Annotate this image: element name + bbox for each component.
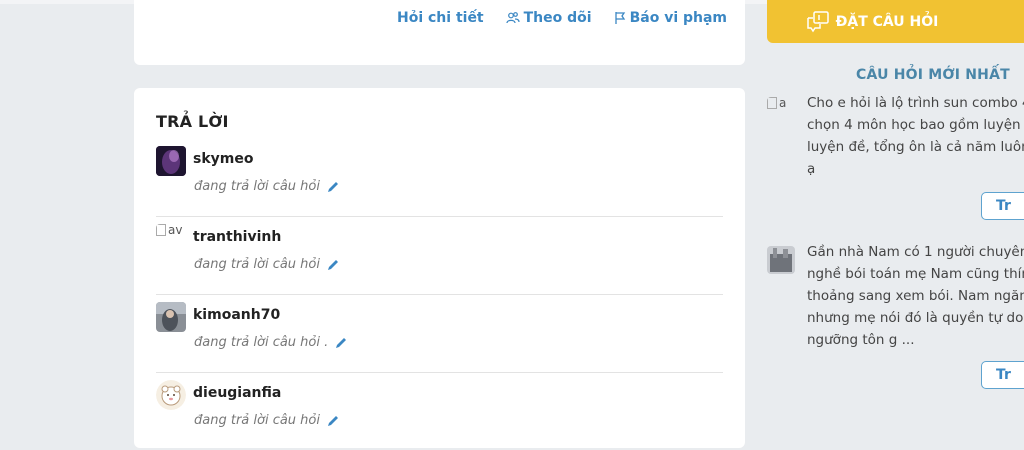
answer-item: skymeo đang trả lời câu hỏi: [156, 138, 723, 217]
avatar[interactable]: [156, 380, 186, 410]
status-text: đang trả lời câu hỏi .: [194, 335, 329, 350]
text-line: Cho e hỏi là lộ trình sun combo 4: [807, 95, 1024, 111]
status-text: đang trả lời câu hỏi: [194, 413, 320, 428]
text-line: luyện đề, tổng ôn là cả năm luôn: [807, 139, 1024, 155]
broken-image-icon: a: [767, 97, 795, 125]
pencil-icon: [326, 180, 340, 194]
answer-status: đang trả lời câu hỏi: [194, 179, 340, 194]
text-line: nhưng mẹ nói đó là quyền tự do t: [807, 310, 1024, 326]
ask-detail-label: Hỏi chi tiết: [397, 10, 484, 26]
text-line: Gần nhà Nam có 1 người chuyên: [807, 244, 1024, 260]
status-text: đang trả lời câu hỏi: [194, 179, 320, 194]
ask-question-button[interactable]: ĐẶT CÂU HỎI: [767, 0, 1024, 43]
follow-label: Theo dõi: [523, 10, 592, 26]
avatar[interactable]: [156, 146, 186, 176]
broken-image-icon: av: [156, 224, 186, 254]
username[interactable]: skymeo: [193, 151, 253, 167]
pencil-icon: [326, 414, 340, 428]
answer-item: av tranthivinh đang trả lời câu hỏi: [156, 216, 723, 295]
username[interactable]: tranthivinh: [193, 229, 281, 245]
report-label: Báo vi phạm: [629, 10, 728, 26]
answer-status: đang trả lời câu hỏi: [194, 257, 340, 272]
ask-question-label: ĐẶT CÂU HỎI: [835, 13, 939, 30]
recent-question-text: Gần nhà Nam có 1 người chuyên nghề bói t…: [807, 241, 1024, 351]
text-line: nghề bói toán mẹ Nam cũng thín: [807, 266, 1024, 282]
text-line: ngưỡng tôn g ...: [807, 332, 915, 348]
pencil-icon: [334, 336, 348, 350]
avatar: a: [767, 97, 795, 125]
pencil-icon: [326, 258, 340, 272]
avatar-alt: av: [168, 224, 183, 237]
answer-item: dieugianfia đang trả lời câu hỏi: [156, 372, 723, 450]
answer-button[interactable]: Tr: [981, 361, 1024, 389]
text-line: chọn 4 môn học bao gồm luyện t: [807, 117, 1024, 133]
users-icon: [506, 11, 520, 25]
avatar[interactable]: av: [156, 224, 186, 254]
text-line: ạ: [807, 161, 816, 177]
answer-button[interactable]: Tr: [981, 192, 1024, 220]
answers-card: TRẢ LỜI skymeo đang trả lời câu hỏi av t…: [134, 88, 745, 448]
username[interactable]: kimoanh70: [193, 307, 280, 323]
ask-detail-link[interactable]: Hỏi chi tiết: [397, 10, 484, 26]
report-link[interactable]: Báo vi phạm: [614, 10, 727, 26]
answer-status: đang trả lời câu hỏi .: [194, 335, 348, 350]
recent-questions-title: CÂU HỎI MỚI NHẤT: [856, 67, 1010, 83]
status-text: đang trả lời câu hỏi: [194, 257, 320, 272]
avatar: [767, 246, 795, 274]
question-actions: Hỏi chi tiết Theo dõi Báo vi phạm: [397, 9, 727, 27]
avatar-alt: a: [779, 97, 787, 110]
answer-item: kimoanh70 đang trả lời câu hỏi .: [156, 294, 723, 373]
answer-status: đang trả lời câu hỏi: [194, 413, 340, 428]
answers-title: TRẢ LỜI: [156, 112, 229, 131]
flag-icon: [614, 11, 626, 25]
follow-link[interactable]: Theo dõi: [506, 10, 592, 26]
avatar[interactable]: [156, 302, 186, 332]
recent-question-text: Cho e hỏi là lộ trình sun combo 4 chọn 4…: [807, 92, 1024, 180]
text-line: thoảng sang xem bói. Nam ngăn: [807, 288, 1024, 304]
username[interactable]: dieugianfia: [193, 385, 281, 401]
question-bubble-icon: [806, 10, 830, 33]
